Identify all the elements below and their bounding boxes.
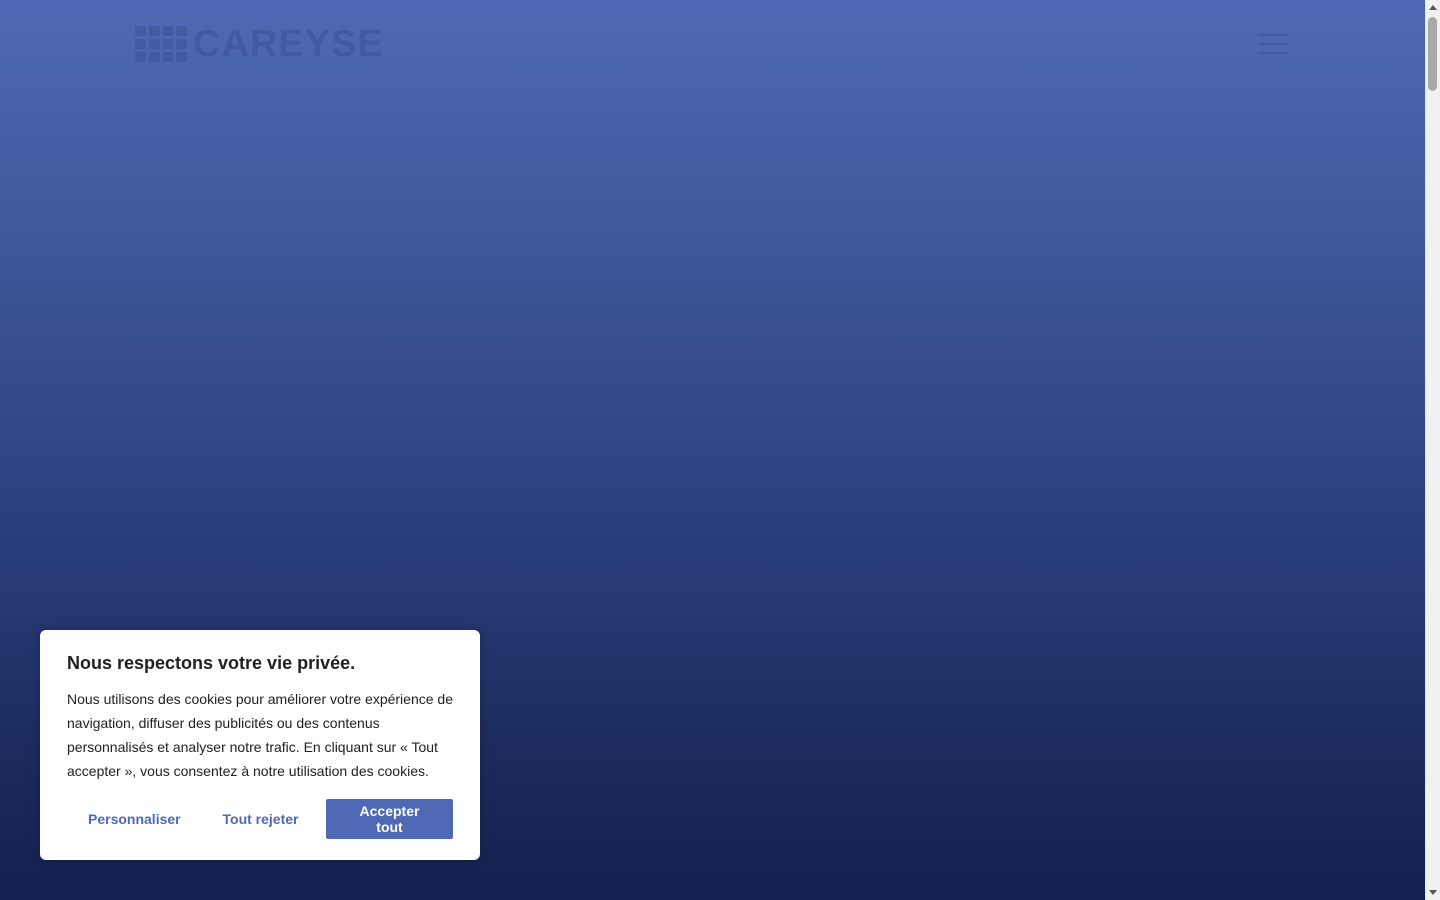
logo-text: CAREYSE (193, 22, 384, 65)
cookie-banner-actions: Personnaliser Tout rejeter Accepter tout (67, 799, 453, 839)
site-header: CAREYSE (0, 0, 1425, 90)
cookie-banner-title: Nous respectons votre vie privée. (67, 653, 356, 673)
customize-button[interactable]: Personnaliser (67, 799, 195, 839)
accept-all-button[interactable]: Accepter tout (326, 799, 453, 839)
page-viewport: CAREYSE Nous respectons votre vie privée… (0, 0, 1425, 900)
scroll-up-arrow-icon[interactable] (1429, 5, 1437, 10)
logo-grid-icon (135, 26, 187, 62)
reject-all-button[interactable]: Tout rejeter (195, 799, 326, 839)
scroll-down-arrow-icon[interactable] (1429, 890, 1437, 895)
hamburger-menu-icon[interactable] (1258, 34, 1288, 54)
cookie-consent-banner: Nous respectons votre vie privée. Nous u… (40, 630, 480, 860)
cookie-banner-text: Nous utilisons des cookies pour améliore… (67, 691, 453, 779)
vertical-scrollbar[interactable] (1425, 0, 1440, 900)
scrollbar-thumb[interactable] (1428, 17, 1437, 91)
site-logo[interactable]: CAREYSE (135, 22, 384, 66)
